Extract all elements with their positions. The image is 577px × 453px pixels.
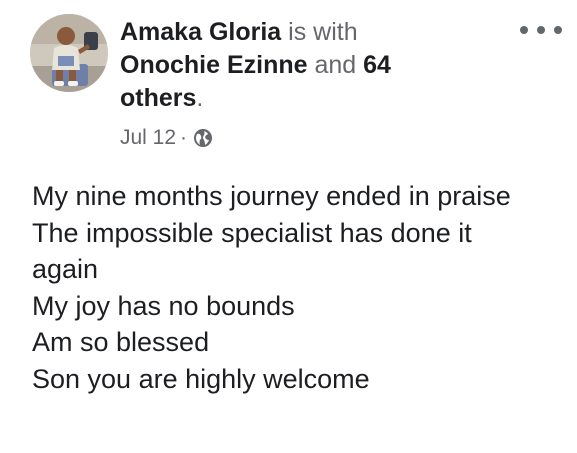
header-period: . — [196, 84, 204, 112]
post-text-line: Am so blessed — [32, 327, 210, 357]
post-meta: Jul 12 · — [120, 124, 213, 152]
more-options-icon[interactable] — [520, 18, 562, 42]
post-text: My nine months journey ended in praise T… — [32, 178, 562, 397]
tagged-person-name[interactable]: Onochie Ezinne — [120, 51, 308, 79]
avatar[interactable] — [30, 14, 108, 92]
post-text-line: The impossible specialist has done it — [32, 217, 472, 248]
more-dot — [554, 26, 562, 34]
and-text: and — [314, 51, 357, 79]
post-card: Amaka Gloria is with Onochie Ezinne and … — [0, 0, 577, 453]
post-text-line: again — [32, 254, 99, 284]
author-name[interactable]: Amaka Gloria — [120, 18, 281, 46]
more-dot — [537, 26, 545, 34]
post-header: Amaka Gloria is with Onochie Ezinne and … — [120, 16, 450, 115]
post-text-line: Son you are highly welcome — [32, 363, 370, 394]
meta-separator: · — [180, 126, 188, 149]
globe-icon[interactable] — [193, 128, 213, 148]
post-text-line: My nine months journey ended in praise — [32, 181, 511, 211]
post-text-line: My joy has no bounds — [32, 290, 295, 321]
avatar-photo — [30, 14, 108, 92]
more-dot — [520, 26, 528, 34]
post-date[interactable]: Jul 12 — [120, 126, 176, 150]
is-with-text: is with — [288, 18, 358, 46]
